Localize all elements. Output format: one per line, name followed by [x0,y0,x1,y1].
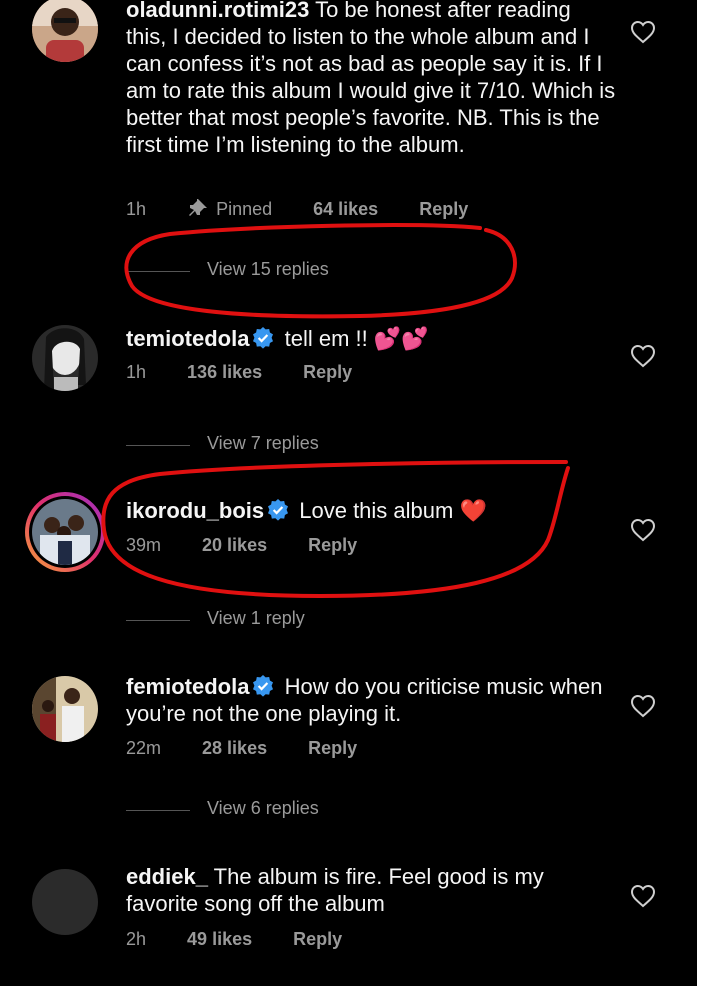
timestamp: 2h [126,929,147,949]
username[interactable]: femiotedola [126,674,249,699]
reply-button[interactable]: Reply [293,929,342,950]
comment-text: oladunni.rotimi23 To be honest after rea… [126,0,616,158]
likes-count[interactable]: 20 likes [202,535,267,556]
username[interactable]: oladunni.rotimi23 [126,0,309,22]
comment-text: femiotedola How do you criticise music w… [126,673,616,727]
divider [126,445,190,446]
comment-body: tell em !! 💕💕 [284,326,429,351]
annotation-circle-comment [101,460,570,599]
likes-count[interactable]: 49 likes [187,929,252,950]
username[interactable]: temiotedola [126,326,249,351]
heart-outline-icon[interactable] [630,884,656,908]
comment-meta: 39m 20 likes Reply [126,535,357,556]
comment-meta: 22m 28 likes Reply [126,738,357,759]
comment-body: To be honest after reading this, I decid… [126,0,616,157]
divider [126,271,190,272]
divider [126,620,190,621]
pinned-label: Pinned [216,199,273,219]
username[interactable]: ikorodu_bois [126,498,264,523]
reply-button[interactable]: Reply [419,199,468,220]
heart-outline-icon[interactable] [630,20,656,44]
avatar-photo [32,676,98,742]
heart-outline-icon[interactable] [630,344,656,368]
likes-count[interactable]: 136 likes [187,362,262,383]
view-replies-label: View 15 replies [207,259,329,279]
avatar[interactable] [32,869,98,935]
reply-button[interactable]: Reply [308,535,357,556]
comment-text: eddiek_ The album is fire. Feel good is … [126,863,616,917]
likes-count[interactable]: 64 likes [313,199,378,220]
verified-badge-icon [253,675,274,697]
pinned-indicator: Pinned [188,198,273,220]
verified-badge-icon [268,499,289,521]
story-avatar[interactable] [25,492,105,572]
timestamp: 39m [126,535,162,555]
view-replies-label: View 6 replies [207,798,319,818]
verified-badge-icon [253,327,274,349]
likes-count[interactable]: 28 likes [202,738,267,759]
heart-outline-icon[interactable] [630,694,656,718]
avatar-photo [32,325,98,391]
view-replies-label: View 1 reply [207,608,305,628]
avatar[interactable] [32,0,98,62]
comment-meta: 1h 136 likes Reply [126,362,352,383]
view-replies-label: View 7 replies [207,433,319,453]
pin-icon [189,198,208,216]
avatar-photo [32,0,98,62]
reply-button[interactable]: Reply [308,738,357,759]
timestamp: 22m [126,738,162,758]
timestamp: 1h [126,362,147,382]
reply-button[interactable]: Reply [303,362,352,383]
avatar-photo [32,499,98,565]
comment-body: Love this album ❤️ [299,498,487,523]
comment-meta: 2h 49 likes Reply [126,929,342,950]
username[interactable]: eddiek_ [126,864,208,889]
divider [126,810,190,811]
timestamp: 1h [126,199,147,219]
comments-screen: oladunni.rotimi23 To be honest after rea… [0,0,697,986]
comment-text: ikorodu_bois Love this album ❤️ [126,497,616,524]
heart-outline-icon[interactable] [630,518,656,542]
comment-meta: 1h Pinned 64 likes Reply [126,198,468,220]
comment-text: temiotedola tell em !! 💕💕 [126,325,616,352]
avatar[interactable] [32,676,98,742]
avatar[interactable] [32,325,98,391]
